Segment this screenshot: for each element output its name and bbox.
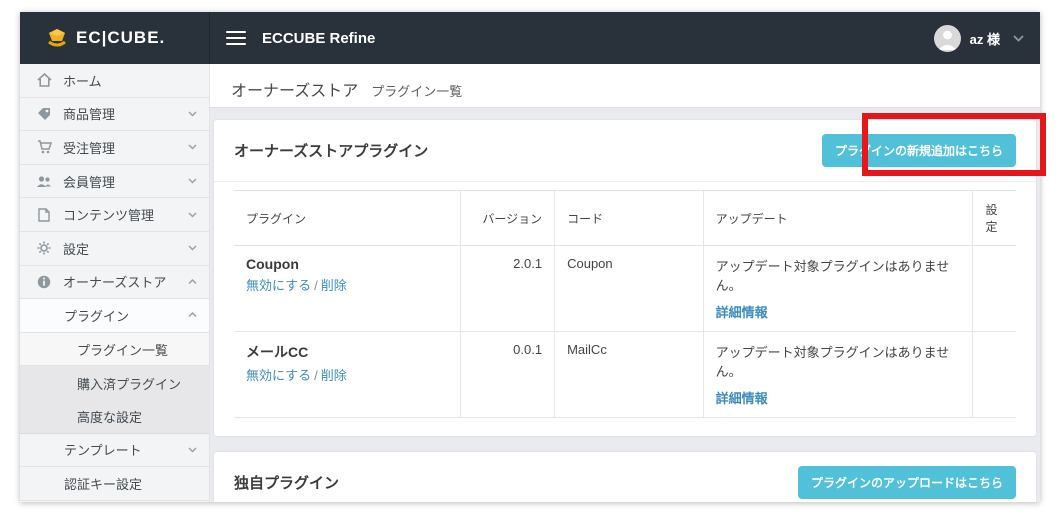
table-row: Coupon 無効にする / 削除 2.0.1 Coupon アップデート対象プラグ… [234,245,1016,332]
column-header-update: アップデート [702,190,973,246]
tag-icon [36,106,52,122]
plugin-version: 0.0.1 [460,331,555,418]
owners-store-plugin-card: オーナーズストアプラグイン プラグインの新規追加はこちら プラグイン バージョン… [214,120,1036,436]
user-avatar [933,24,961,52]
eccube-logo[interactable]: EC|CUBE. [20,12,210,64]
sidebar-item-label: 設定 [63,241,90,257]
users-icon [36,173,52,189]
sidebar-item-plugin-list[interactable]: プラグイン一覧 [20,332,209,367]
table-row: メールCC 無効にする / 削除 0.0.1 MailCc アップデート対象プラグイ… [234,331,1016,418]
update-message: アップデート対象プラグインはありません。 [715,259,950,293]
user-menu[interactable]: az 様 [933,24,1024,52]
breadcrumb-page: プラグイン一覧 [371,84,463,99]
update-message: アップデート対象プラグインはありません。 [715,345,950,379]
gear-icon [36,240,52,256]
chevron-up-icon [188,278,197,285]
setting-cell [972,331,1016,418]
plugin-code: Coupon [554,245,704,332]
chevron-down-icon [188,178,197,184]
breadcrumb: オーナーズストア プラグイン一覧 [210,64,1040,108]
home-icon [36,72,52,88]
column-header-code: コード [554,190,704,246]
upload-plugin-button[interactable]: プラグインのアップロードはこちら [797,466,1016,499]
setting-cell [972,245,1016,332]
chevron-down-icon [1013,34,1024,42]
app-title: ECCUBE Refine [262,29,376,47]
plugin-name: メールCC [246,344,309,360]
detail-info-link[interactable]: 詳細情報 [716,391,768,406]
owners-card-title: オーナーズストアプラグイン [234,143,429,160]
cart-icon [36,139,52,155]
sidebar-item-label: 商品管理 [63,107,116,123]
chevron-down-icon [188,447,197,453]
custom-plugin-card: 独自プラグイン プラグインのアップロードはこちら プラグイン バージョン [214,452,1036,502]
top-header: EC|CUBE. ECCUBE Refine az 様 [20,12,1040,64]
add-plugin-button[interactable]: プラグインの新規追加はこちら [821,134,1016,167]
eccube-cube-icon [46,28,68,48]
sidebar-item-label: 購入済プラグイン [77,376,182,392]
sidebar-item-owners-store[interactable]: オーナーズストア [20,266,209,300]
sidebar-item-label: テンプレート [64,443,142,459]
column-header-setting: 設定 [972,190,1016,246]
sidebar-item-members[interactable]: 会員管理 [20,165,209,199]
info-circle-icon [36,274,52,290]
sidebar-item-label: プラグイン [64,308,130,324]
chevron-up-icon [188,312,197,318]
chevron-down-icon [188,245,197,251]
sidebar-item-orders[interactable]: 受注管理 [20,131,209,165]
sidebar-item-products[interactable]: 商品管理 [20,98,209,132]
disable-link[interactable]: 無効にする [246,368,311,383]
sidebar-item-settings[interactable]: 設定 [20,232,209,266]
sidebar-item-label: コンテンツ管理 [63,208,155,224]
sidebar-item-label: ホーム [63,73,102,89]
delete-link[interactable]: 削除 [321,278,347,293]
column-header-version: バージョン [460,190,555,246]
hamburger-menu-icon[interactable] [226,27,246,49]
chevron-down-icon [188,144,197,151]
sidebar-item-contents[interactable]: コンテンツ管理 [20,198,209,232]
sidebar-item-label: プラグイン一覧 [77,342,169,358]
sidebar-item-purchased-plugins[interactable]: 購入済プラグイン [20,366,209,400]
sidebar-item-label: 受注管理 [63,140,116,156]
table-header-row: プラグイン バージョン コード アップデート 設定 [234,190,1016,246]
sidebar-item-advanced-settings[interactable]: 高度な設定 [20,399,209,434]
eccube-logo-text: EC|CUBE. [76,28,166,47]
sidebar-item-label: 高度な設定 [77,409,143,425]
chevron-down-icon [188,111,197,117]
content-area: オーナーズストアプラグイン プラグインの新規追加はこちら プラグイン バージョン… [210,108,1040,502]
topbar-main: ECCUBE Refine az 様 [210,12,1040,64]
sidebar-item-home[interactable]: ホーム [20,64,209,98]
custom-card-title: 独自プラグイン [234,475,340,492]
sidebar-item-label: 会員管理 [63,174,116,190]
sidebar-item-auth-key[interactable]: 認証キー設定 [20,467,209,501]
separator: / [314,278,318,293]
file-icon [36,207,52,223]
sidebar-item-label: オーナーズストア [63,275,167,291]
separator: / [314,368,318,383]
sidebar-item-plugin[interactable]: プラグイン [20,299,209,333]
detail-info-link[interactable]: 詳細情報 [716,305,768,320]
plugin-version: 2.0.1 [460,245,555,332]
owners-plugin-table: プラグイン バージョン コード アップデート 設定 Coupon 無効にする /… [234,190,1016,418]
sidebar-item-template[interactable]: テンプレート [20,434,209,468]
admin-window: EC|CUBE. ECCUBE Refine az 様 ホーム 商品管理 受注管… [20,12,1040,502]
sidebar: ホーム 商品管理 受注管理 会員管理 コンテンツ管理 設定 オーナーズストア プ… [20,64,210,502]
user-name: az 様 [969,31,1000,47]
column-header-plugin: プラグイン [234,190,461,246]
plugin-code: MailCc [554,331,704,418]
main-content: オーナーズストア プラグイン一覧 オーナーズストアプラグイン プラグインの新規追… [210,64,1040,502]
chevron-down-icon [188,212,197,218]
breadcrumb-section: オーナーズストア [231,83,359,100]
delete-link[interactable]: 削除 [321,368,347,383]
plugin-name: Coupon [246,256,299,272]
sidebar-item-label: 認証キー設定 [64,476,143,492]
disable-link[interactable]: 無効にする [246,278,311,293]
